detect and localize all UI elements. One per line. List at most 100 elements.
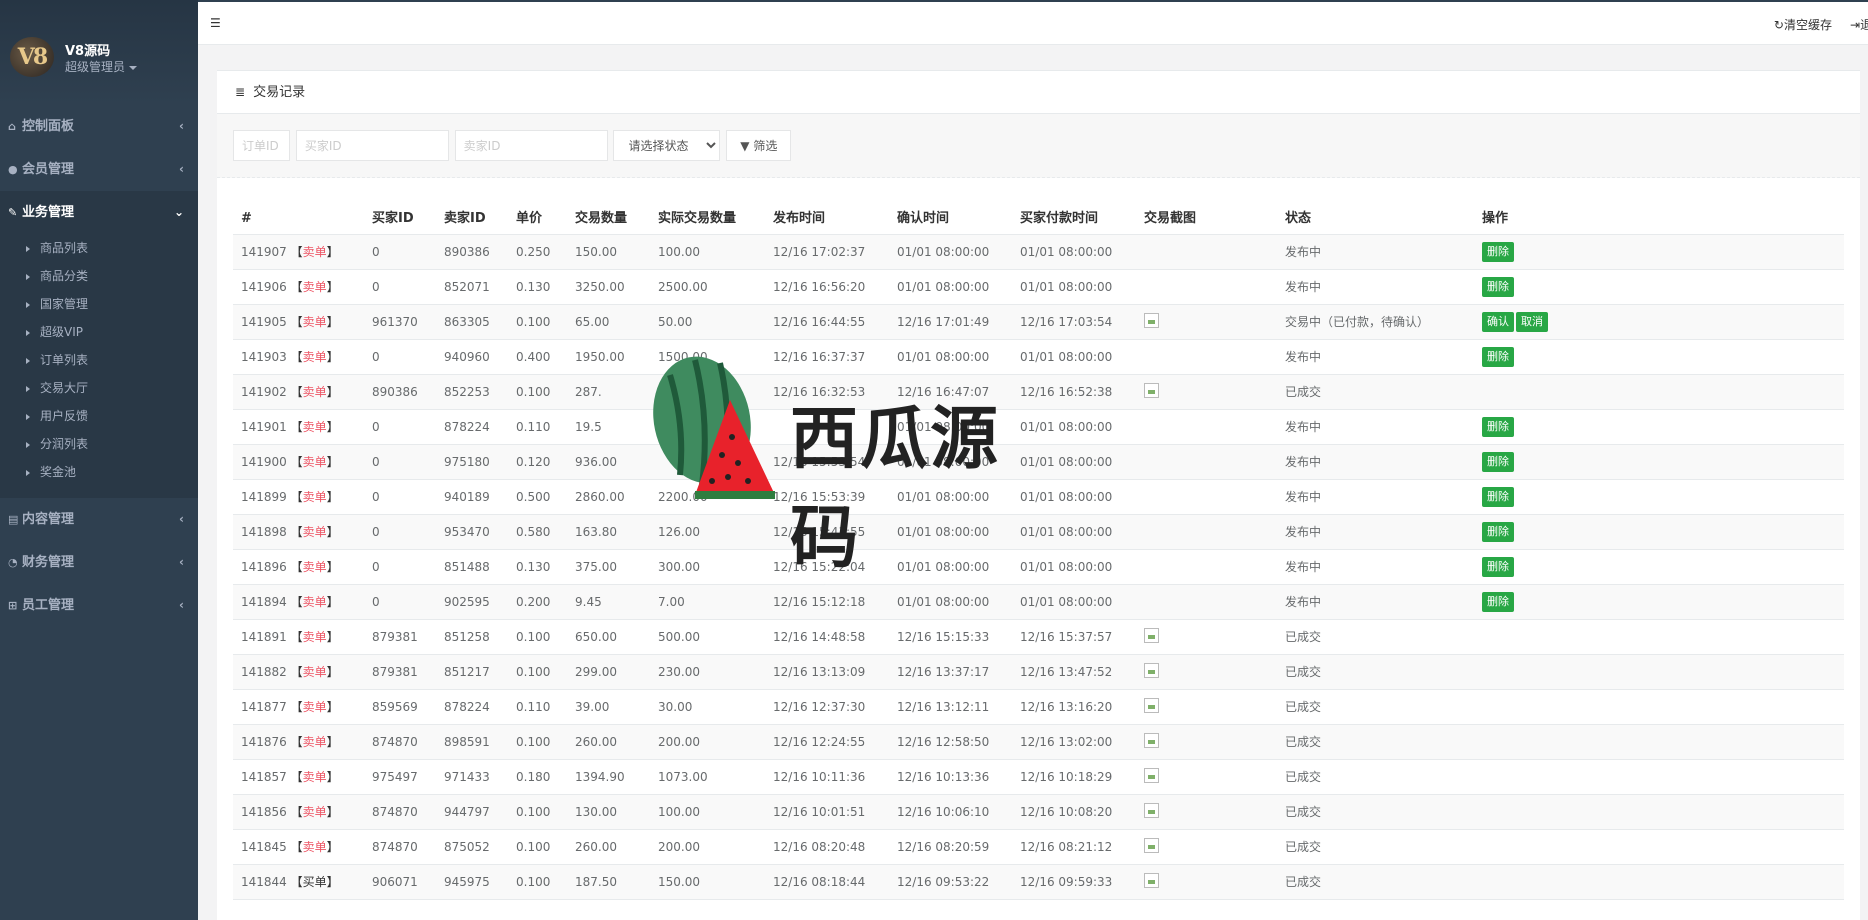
buyer-id-input[interactable] xyxy=(295,130,449,161)
cell-seller: 863305 xyxy=(436,304,508,340)
cell-paid: 12/16 13:16:20 xyxy=(1012,689,1136,725)
table-row: 141857 【卖单】 975497 971433 0.180 1394.90 1073.… xyxy=(233,759,1844,795)
cell-actual: 7.00 xyxy=(650,584,765,620)
cell-publish: 12/16 16:56:20 xyxy=(765,269,889,305)
cell-actions: 删除 xyxy=(1474,479,1844,515)
action-button[interactable]: 确认 xyxy=(1482,311,1514,332)
chevron-left-icon: ‹ xyxy=(179,119,184,133)
cell-seller: 851488 xyxy=(436,549,508,585)
submenu-item-label: 商品列表 xyxy=(40,241,89,255)
action-button[interactable]: 删除 xyxy=(1482,241,1514,262)
submenu-item[interactable]: 商品列表 xyxy=(0,234,198,262)
cell-actions xyxy=(1474,794,1844,830)
sidebar-item-4[interactable]: ◔ 财务管理 ‹ xyxy=(0,541,198,584)
screenshot-thumbnail[interactable] xyxy=(1144,802,1159,818)
cell-paid: 01/01 08:00:00 xyxy=(1012,444,1136,480)
action-button[interactable]: 取消 xyxy=(1516,311,1548,332)
submenu-item[interactable]: 国家管理 xyxy=(0,290,198,318)
action-button[interactable]: 删除 xyxy=(1482,591,1514,612)
cell-publish: 12/16 15:41:55 xyxy=(765,514,889,550)
submenu-item-label: 国家管理 xyxy=(40,297,89,311)
exit-button[interactable]: ⇥退 xyxy=(1850,16,1868,33)
clear-cache-button[interactable]: ↻清空缓存 xyxy=(1774,16,1832,33)
sidebar-item-3[interactable]: ▤ 内容管理 ‹ xyxy=(0,498,198,541)
cell-seller: 851217 xyxy=(436,654,508,690)
table-row: 141856 【卖单】 874870 944797 0.100 130.00 100.00… xyxy=(233,794,1844,830)
screenshot-thumbnail[interactable] xyxy=(1144,382,1159,398)
cell-actions xyxy=(1474,619,1844,655)
sidebar-item-5[interactable]: ⊞ 员工管理 ‹ xyxy=(0,584,198,627)
submenu-item-label: 分润列表 xyxy=(40,437,89,451)
chevron-left-icon: ‹ xyxy=(179,555,184,569)
order-id-input[interactable] xyxy=(233,130,290,161)
seller-id-input[interactable] xyxy=(454,130,608,161)
action-button[interactable]: 删除 xyxy=(1482,521,1514,542)
menu-toggle-icon[interactable]: ☰ xyxy=(210,16,221,30)
action-button[interactable]: 删除 xyxy=(1482,416,1514,437)
screenshot-thumbnail[interactable] xyxy=(1144,767,1159,783)
cell-status: 发布中 xyxy=(1277,234,1474,270)
screenshot-thumbnail[interactable] xyxy=(1144,312,1159,328)
cell-status: 已成交 xyxy=(1277,689,1474,725)
cell-status: 发布中 xyxy=(1277,584,1474,620)
sidebar-item-1[interactable]: ● 会员管理 ‹ xyxy=(0,148,198,191)
cell-price: 0.130 xyxy=(508,549,567,585)
caret-right-icon xyxy=(26,245,30,252)
action-button[interactable]: 删除 xyxy=(1482,346,1514,367)
table-wrapper: # 买家ID 卖家ID 单价 交易数量 实际交易数量 发布时间 确认时间 买家付款时间 交易截图状… xyxy=(217,178,1860,900)
order-cell: 141902 【卖单】 xyxy=(233,374,364,410)
screenshot-thumbnail[interactable] xyxy=(1144,837,1159,853)
action-button[interactable]: 删除 xyxy=(1482,556,1514,577)
cell-confirm: 01/01 08:00:00 xyxy=(889,479,1012,515)
order-id: 141844 xyxy=(241,875,287,889)
cell-confirm: 12/16 10:13:36 xyxy=(889,759,1012,795)
order-id: 141898 xyxy=(241,525,287,539)
submenu-item[interactable]: 用户反馈 xyxy=(0,402,198,430)
cell-confirm: 12/16 13:37:17 xyxy=(889,654,1012,690)
screenshot-thumbnail[interactable] xyxy=(1144,627,1159,643)
submenu-item[interactable]: 商品分类 xyxy=(0,262,198,290)
cell-screenshot xyxy=(1136,409,1277,445)
filter-button[interactable]: ▼ 筛选 xyxy=(726,130,792,161)
screenshot-thumbnail[interactable] xyxy=(1144,662,1159,678)
cell-buyer: 0 xyxy=(364,584,436,620)
screenshot-thumbnail[interactable] xyxy=(1144,872,1159,888)
sidebar-item-label: 控制面板 xyxy=(22,119,75,134)
caret-right-icon xyxy=(26,413,30,420)
submenu-item[interactable]: 交易大厅 xyxy=(0,374,198,402)
clear-cache-label: 清空缓存 xyxy=(1783,18,1832,32)
sidebar-item-2[interactable]: ✎ 业务管理 ⌄ xyxy=(0,191,198,234)
table-row: 141891 【卖单】 879381 851258 0.100 650.00 500.00… xyxy=(233,619,1844,655)
cell-price: 0.110 xyxy=(508,409,567,445)
cell-price: 0.100 xyxy=(508,374,567,410)
cell-paid: 12/16 16:52:38 xyxy=(1012,374,1136,410)
submenu-item[interactable]: 订单列表 xyxy=(0,346,198,374)
action-button[interactable]: 删除 xyxy=(1482,486,1514,507)
order-id: 141894 xyxy=(241,595,287,609)
order-type-label: 卖单 xyxy=(302,560,327,574)
submenu-item[interactable]: 奖金池 xyxy=(0,458,198,486)
user-role-dropdown[interactable]: 超级管理员 xyxy=(65,58,138,75)
cell-seller: 940960 xyxy=(436,339,508,375)
cell-price: 0.100 xyxy=(508,304,567,340)
order-type-label: 买单 xyxy=(302,875,327,889)
sidebar-item-0[interactable]: ⌂ 控制面板 ‹ xyxy=(0,105,198,148)
screenshot-thumbnail[interactable] xyxy=(1144,697,1159,713)
submenu-item[interactable]: 超级VIP xyxy=(0,318,198,346)
cell-actions xyxy=(1474,829,1844,865)
cell-seller: 852071 xyxy=(436,269,508,305)
cell-seller: 971433 xyxy=(436,759,508,795)
order-id: 141907 xyxy=(241,245,287,259)
column-header: 发布时间 xyxy=(765,196,889,235)
order-type-label: 卖单 xyxy=(302,700,327,714)
submenu-item[interactable]: 分润列表 xyxy=(0,430,198,458)
cell-confirm: 12/16 10:06:10 xyxy=(889,794,1012,830)
order-id: 141876 xyxy=(241,735,287,749)
action-button[interactable]: 删除 xyxy=(1482,276,1514,297)
order-cell: 141894 【卖单】 xyxy=(233,584,364,620)
cell-buyer: 0 xyxy=(364,479,436,515)
screenshot-thumbnail[interactable] xyxy=(1144,732,1159,748)
cell-actual: 1073.00 xyxy=(650,759,765,795)
status-select[interactable]: 请选择状态 xyxy=(613,130,721,161)
action-button[interactable]: 删除 xyxy=(1482,451,1514,472)
